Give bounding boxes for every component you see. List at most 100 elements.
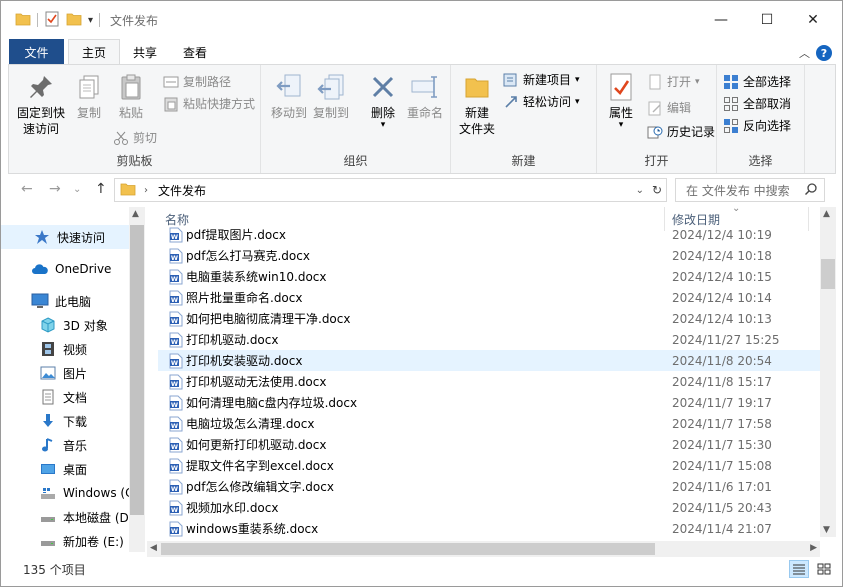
file-row[interactable]: W 电脑垃圾怎么清理.docx 2024/11/7 17:58	[158, 413, 820, 434]
copy-to-button[interactable]: 复制到	[311, 71, 351, 121]
file-row[interactable]: W 打印机驱动.docx 2024/11/27 15:25	[158, 329, 820, 350]
windows-drive-icon	[39, 484, 57, 502]
file-row[interactable]: Wwindows重装系统.docx 2024/11/4 21:07	[158, 518, 820, 537]
file-modified-date: 2024/12/4 10:18	[672, 248, 772, 263]
folder-icon	[120, 181, 136, 200]
select-all-button[interactable]: 全部选择	[723, 73, 791, 90]
copy-icon	[73, 71, 105, 103]
nav-item-3d-objects[interactable]: 3D 对象	[1, 313, 108, 337]
nav-item-videos[interactable]: 视频	[1, 337, 87, 361]
address-dropdown-icon[interactable]: ⌄	[636, 185, 644, 196]
nav-pane-scrollbar[interactable]: ▲	[129, 207, 145, 552]
pin-quick-access-button[interactable]: 固定到快 速访问	[15, 71, 67, 137]
file-list-scroll-thumb[interactable]	[821, 259, 835, 289]
tab-file[interactable]: 文件	[9, 39, 64, 65]
address-bar[interactable]: › 文件发布 ⌄ ↻	[114, 178, 667, 202]
back-arrow-icon[interactable]: ←	[21, 181, 33, 197]
status-bar: 135 个项目	[1, 557, 842, 581]
nav-item-documents[interactable]: 文档	[1, 385, 87, 409]
scroll-up-icon[interactable]: ▲	[823, 209, 830, 219]
tab-view[interactable]: 查看	[170, 39, 220, 65]
nav-item-downloads[interactable]: 下载	[1, 409, 87, 433]
paste-shortcut-button[interactable]: 粘贴快捷方式	[163, 95, 255, 112]
scroll-down-icon[interactable]: ▼	[823, 525, 830, 535]
scroll-left-icon[interactable]: ◀	[150, 543, 157, 553]
new-item-button[interactable]: 新建项目 ▾	[503, 71, 580, 88]
file-row[interactable]: Wpdf怎么修改编辑文字.docx 2024/11/6 17:01	[158, 476, 820, 497]
copy-button[interactable]: 复制	[71, 71, 107, 121]
horizontal-scroll-thumb[interactable]	[161, 543, 655, 555]
file-name: 如何把电脑彻底清理干净.docx	[186, 312, 351, 326]
new-folder-icon[interactable]	[66, 11, 82, 30]
nav-item-onedrive[interactable]: OneDrive	[1, 257, 111, 281]
file-name: windows重装系统.docx	[186, 522, 319, 536]
properties-button[interactable]: 属性 ▾	[601, 71, 641, 130]
file-row[interactable]: W 打印机安装驱动.docx 2024/11/8 20:54	[158, 350, 820, 371]
customize-toolbar-icon[interactable]: ▾	[88, 15, 93, 26]
copy-to-label: 复制到	[312, 106, 349, 120]
breadcrumb-chevron-icon[interactable]: ›	[144, 185, 148, 196]
forward-arrow-icon[interactable]: →	[49, 181, 61, 197]
file-row[interactable]: W 如何清理电脑c盘内存垃圾.docx 2024/11/7 19:17	[158, 392, 820, 413]
search-box[interactable]: 在 文件发布 中搜索	[675, 178, 825, 202]
nav-item-local-disk-d[interactable]: 本地磁盘 (D	[1, 505, 129, 529]
nav-item-this-pc[interactable]: 此电脑	[1, 289, 91, 313]
easy-access-dropdown-icon[interactable]: ▾	[575, 97, 580, 107]
open-dropdown-icon[interactable]: ▾	[695, 77, 700, 87]
nav-item-desktop[interactable]: 桌面	[1, 457, 87, 481]
new-item-dropdown-icon[interactable]: ▾	[575, 75, 580, 85]
history-button[interactable]: 历史记录	[647, 123, 715, 140]
properties-icon[interactable]	[44, 11, 60, 30]
recent-locations-icon[interactable]: ⌄	[73, 184, 81, 195]
nav-pane-scroll-thumb[interactable]	[130, 225, 144, 515]
nav-item-windows-c[interactable]: Windows (C	[1, 481, 133, 505]
collapse-ribbon-icon[interactable]: ︿	[799, 45, 810, 61]
file-row[interactable]: W 照片批量重命名.docx 2024/12/4 10:14	[158, 287, 820, 308]
cut-button[interactable]: 剪切	[113, 129, 157, 146]
nav-item-new-volume-e[interactable]: 新加卷 (E:)	[1, 529, 124, 552]
close-button[interactable]: ✕	[790, 1, 836, 39]
new-folder-button[interactable]: 新建 文件夹	[457, 71, 497, 137]
scroll-right-icon[interactable]: ▶	[810, 543, 817, 553]
select-none-button[interactable]: 全部取消	[723, 95, 791, 112]
rename-button[interactable]: 重命名	[405, 71, 445, 121]
select-none-label: 全部取消	[743, 97, 792, 111]
file-row[interactable]: W 提取文件名字到excel.docx 2024/11/7 15:08	[158, 455, 820, 476]
file-row[interactable]: Wpdf怎么打马赛克.docx 2024/12/4 10:18	[158, 245, 820, 266]
invert-selection-button[interactable]: 反向选择	[723, 117, 791, 134]
large-icons-view-icon[interactable]	[814, 560, 834, 578]
scroll-up-icon[interactable]: ▲	[132, 209, 139, 219]
paste-button[interactable]: 粘贴	[113, 71, 149, 121]
file-row[interactable]: W 如何把电脑彻底清理干净.docx 2024/12/4 10:13	[158, 308, 820, 329]
properties-dropdown-icon[interactable]: ▾	[619, 121, 624, 130]
tab-home[interactable]: 主页	[68, 39, 121, 65]
help-icon[interactable]: ?	[816, 45, 832, 61]
file-row[interactable]: W 打印机驱动无法使用.docx 2024/11/8 15:17	[158, 371, 820, 392]
search-input[interactable]: 在 文件发布 中搜索	[686, 182, 790, 199]
edit-button[interactable]: 编辑	[647, 99, 691, 116]
details-view-icon[interactable]	[789, 560, 809, 578]
file-list-scrollbar[interactable]: ▲ ▼	[820, 207, 836, 537]
file-row[interactable]: W 如何更新打印机驱动.docx 2024/11/7 15:30	[158, 434, 820, 455]
breadcrumb-current[interactable]: 文件发布	[158, 182, 206, 199]
tab-share[interactable]: 共享	[120, 39, 170, 65]
svg-text:W: W	[170, 316, 177, 324]
refresh-icon[interactable]: ↻	[652, 183, 662, 197]
minimize-button[interactable]: —	[698, 1, 744, 39]
file-row[interactable]: W 视频加水印.docx 2024/11/5 20:43	[158, 497, 820, 518]
delete-dropdown-icon[interactable]: ▾	[381, 121, 386, 130]
cube-icon	[39, 316, 57, 334]
easy-access-button[interactable]: 轻松访问 ▾	[503, 93, 580, 110]
copy-path-button[interactable]: 复制路径	[163, 73, 231, 90]
nav-item-pictures[interactable]: 图片	[1, 361, 87, 385]
move-to-button[interactable]: 移动到	[269, 71, 309, 121]
delete-button[interactable]: 删除 ▾	[365, 71, 401, 130]
file-row[interactable]: W 电脑重装系统win10.docx 2024/12/4 10:15	[158, 266, 820, 287]
open-button[interactable]: 打开 ▾	[647, 73, 700, 90]
up-arrow-icon[interactable]: ↑	[95, 181, 107, 197]
file-row[interactable]: Wpdf提取图片.docx 2024/12/4 10:19	[158, 224, 820, 245]
nav-item-music[interactable]: 音乐	[1, 433, 87, 457]
nav-item-quick-access[interactable]: 快速访问	[1, 225, 131, 249]
maximize-button[interactable]: ☐	[744, 1, 790, 39]
nav-item-label: 下载	[63, 414, 88, 429]
